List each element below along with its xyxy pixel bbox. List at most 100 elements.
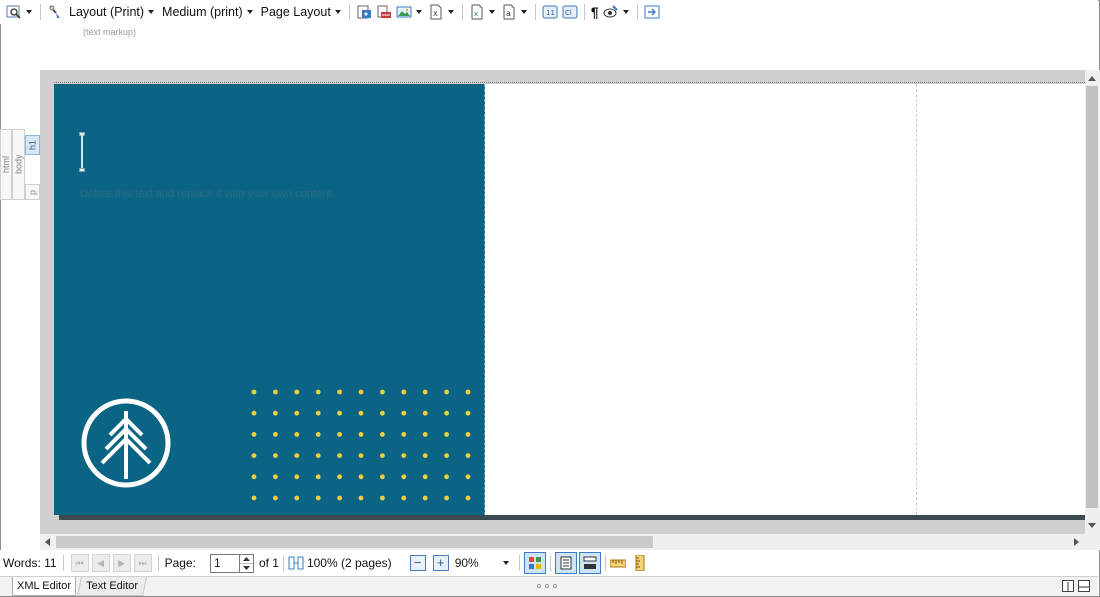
svg-text:Cl: Cl <box>565 9 572 17</box>
first-page-button[interactable]: ⏮ <box>70 554 89 572</box>
tab-xml-editor[interactable]: XML Editor <box>12 577 76 596</box>
pattern-dot <box>422 410 428 416</box>
pattern-dot <box>337 495 342 501</box>
horizontal-scroll-thumb[interactable] <box>56 536 653 548</box>
pattern-dot <box>422 432 428 437</box>
pattern-dot <box>465 432 471 437</box>
multi-column-view-button[interactable] <box>578 552 601 574</box>
export-button[interactable] <box>642 2 662 22</box>
previous-page-button[interactable]: ◀ <box>91 554 110 572</box>
heading-insertion-point[interactable] <box>79 132 85 172</box>
excel-button[interactable]: x <box>467 2 499 22</box>
tag-button[interactable] <box>354 2 374 22</box>
split-vertical-button[interactable] <box>1062 580 1074 592</box>
zoom-out-button[interactable]: − <box>409 555 426 571</box>
pattern-dot <box>401 432 407 437</box>
editor-tabs: XML Editor Text Editor <box>0 576 1098 596</box>
inspect-button[interactable] <box>601 2 633 22</box>
pattern-dot <box>358 410 364 416</box>
pattern-dot <box>465 410 471 416</box>
color-view-button[interactable] <box>523 552 546 574</box>
excel-icon: x <box>469 4 485 20</box>
tree-logo-icon <box>81 398 171 488</box>
status-separator <box>549 555 551 571</box>
pattern-dot <box>401 474 407 480</box>
fit-label[interactable]: 100% (2 pages) <box>307 556 392 570</box>
pattern-dot <box>465 495 471 501</box>
tag-p[interactable]: p <box>25 184 40 200</box>
toolbar-separator <box>534 4 536 20</box>
xml-file-button[interactable]: X <box>426 2 458 22</box>
status-separator <box>604 555 606 571</box>
cover-panel[interactable]: Delete this text and replace it with you… <box>54 84 485 515</box>
vertical-scrollbar[interactable] <box>1085 70 1100 534</box>
single-column-view-button[interactable] <box>554 552 577 574</box>
zoom-select[interactable]: 90% <box>449 554 515 573</box>
tag-h1[interactable]: h1 <box>25 135 40 155</box>
status-separator <box>518 555 520 571</box>
show-marks-button[interactable]: ¶ <box>589 2 601 22</box>
scroll-up-icon[interactable] <box>1088 76 1096 81</box>
preview-button[interactable] <box>4 2 36 22</box>
pattern-dot <box>444 474 449 480</box>
tag-html[interactable]: html <box>0 129 12 200</box>
scroll-down-icon[interactable] <box>1088 523 1096 528</box>
image-button[interactable] <box>394 2 426 22</box>
pattern-dot <box>294 474 300 480</box>
fit-pages-icon[interactable] <box>288 555 304 571</box>
pattern-dot <box>401 389 407 395</box>
page-number-input[interactable]: 1 <box>209 553 240 573</box>
medium-dropdown[interactable]: Medium (print) <box>160 2 257 22</box>
next-page-button[interactable]: ▶ <box>112 554 131 572</box>
pattern-dot <box>358 453 364 458</box>
pattern-dot <box>358 474 364 480</box>
scroll-right-icon[interactable] <box>1074 538 1079 546</box>
page-spinner[interactable] <box>239 553 254 573</box>
horizontal-scrollbar[interactable] <box>40 534 1085 550</box>
color-grid-icon <box>528 557 541 569</box>
spin-up-icon[interactable] <box>239 555 253 564</box>
text-box-button[interactable]: a <box>499 2 531 22</box>
split-vertical-icon <box>1067 582 1069 592</box>
page-layout-dropdown[interactable]: Page Layout <box>259 2 345 22</box>
pattern-dot <box>444 453 449 458</box>
page-boundary <box>54 82 1085 83</box>
picture-icon <box>396 4 412 20</box>
pattern-dot <box>380 432 385 437</box>
placeholder-paragraph[interactable]: Delete this text and replace it with you… <box>80 188 334 200</box>
chevron-down-icon <box>488 10 495 14</box>
scroll-left-icon[interactable] <box>45 538 50 546</box>
last-page-button[interactable]: ⏭ <box>133 554 152 572</box>
spin-down-icon[interactable] <box>240 564 253 572</box>
cl-button[interactable]: Cl <box>560 2 580 22</box>
word-count: Words: 11 <box>3 556 57 570</box>
pattern-dot <box>380 453 385 458</box>
pattern-dot <box>444 410 449 416</box>
tag-body[interactable]: body <box>12 129 25 200</box>
pattern-dot <box>315 453 321 458</box>
document-page[interactable]: Delete this text and replace it with you… <box>54 84 1085 515</box>
zoom-in-button[interactable]: + <box>432 555 449 571</box>
tab-text-editor[interactable]: Text Editor <box>76 577 148 596</box>
pattern-dot <box>251 495 257 501</box>
vertical-scroll-thumb[interactable] <box>1086 86 1098 508</box>
pattern-dot <box>465 474 471 480</box>
splitter-grip[interactable] <box>537 584 557 588</box>
pattern-dot <box>380 495 385 501</box>
pattern-dot <box>358 495 364 501</box>
pattern-dot <box>251 432 257 437</box>
multi-column-icon <box>583 556 597 569</box>
vertical-ruler-icon[interactable] <box>632 554 648 572</box>
h1-button[interactable]: 11 <box>540 2 560 22</box>
plus-icon: + <box>436 555 445 570</box>
svg-text:a: a <box>506 9 511 18</box>
layout-dropdown[interactable]: Layout (Print) <box>45 2 158 22</box>
insert-link-icon <box>376 4 392 20</box>
toolbar-separator <box>461 4 463 20</box>
toolbar: Layout (Print) Medium (print) Page Layou… <box>0 0 1098 24</box>
link-button[interactable] <box>374 2 394 22</box>
pattern-dot <box>294 410 300 416</box>
pattern-dot <box>337 389 342 395</box>
horizontal-ruler-icon[interactable] <box>609 555 627 571</box>
split-horizontal-button[interactable] <box>1078 580 1090 592</box>
